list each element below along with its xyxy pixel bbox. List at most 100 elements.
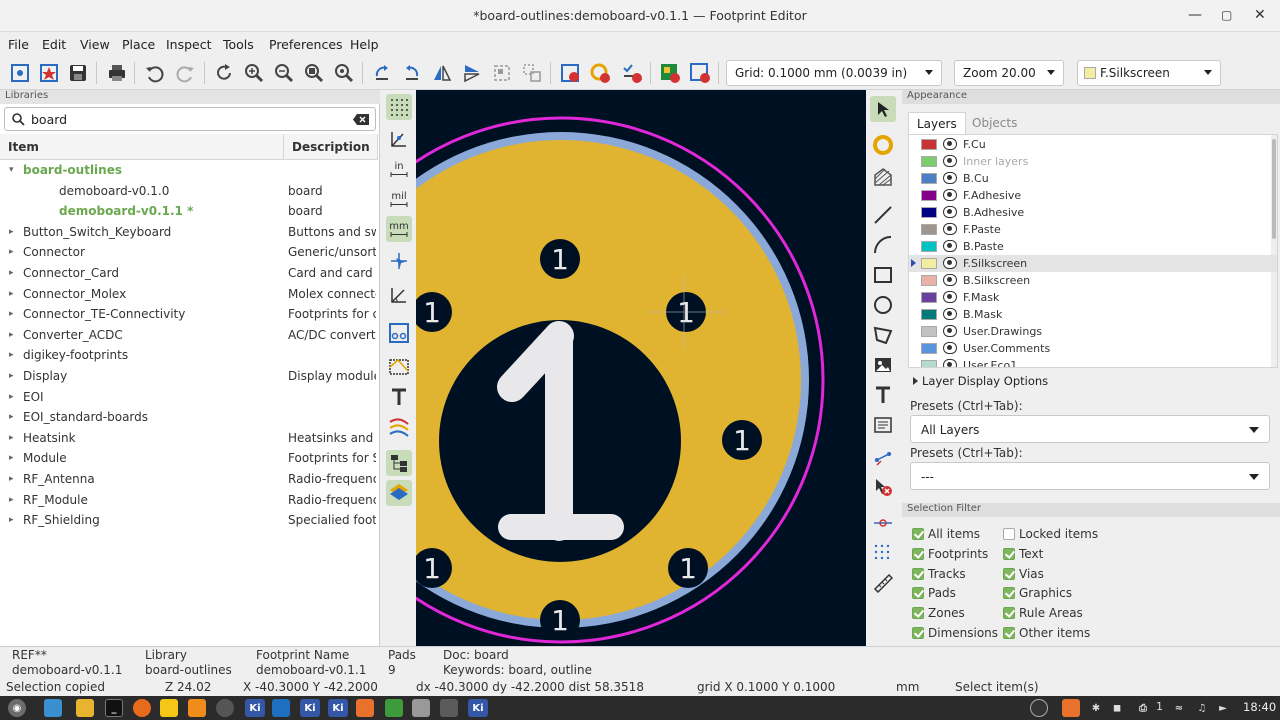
add-pad-icon[interactable]	[870, 132, 896, 158]
menu-help[interactable]: Help	[350, 37, 379, 52]
checkbox-checked-icon[interactable]	[1003, 547, 1015, 560]
eye-icon[interactable]	[943, 359, 957, 367]
library-row[interactable]: ▸ EOI	[0, 387, 378, 408]
save-icon[interactable]	[66, 61, 90, 85]
footprint-properties-icon[interactable]	[558, 61, 582, 85]
chevron-right-icon[interactable]: ▸	[9, 309, 14, 319]
column-header-item[interactable]: Item	[0, 134, 284, 160]
chevron-right-icon[interactable]: ▸	[9, 247, 14, 257]
high-contrast-icon[interactable]	[386, 414, 412, 440]
shield-icon[interactable]: ◼	[1108, 699, 1126, 717]
chevron-right-icon[interactable]: ▸	[9, 289, 14, 299]
zoom-objects-icon[interactable]	[332, 61, 356, 85]
library-row[interactable]: ▸ RF_Module Radio-frequenc	[0, 490, 378, 511]
appearance-panel-icon[interactable]	[386, 480, 412, 506]
checkbox-checked-icon[interactable]	[912, 547, 924, 560]
pad[interactable]: 1	[540, 600, 580, 640]
eye-icon[interactable]	[943, 223, 957, 235]
set-anchor-icon[interactable]	[870, 510, 896, 536]
eye-icon[interactable]	[943, 274, 957, 286]
grid-origin-icon[interactable]	[870, 540, 896, 566]
menu-view[interactable]: View	[80, 37, 110, 52]
layer-row[interactable]: F.Cu	[909, 136, 1277, 153]
layer-row[interactable]: User.Drawings	[909, 323, 1277, 340]
layer-color-swatch[interactable]	[921, 275, 937, 286]
grid-select[interactable]: Grid: 0.1000 mm (0.0039 in)	[726, 60, 942, 86]
layer-color-swatch[interactable]	[921, 139, 937, 150]
checkbox-checked-icon[interactable]	[912, 607, 924, 620]
layer-color-swatch[interactable]	[921, 326, 937, 337]
add-dimension-icon[interactable]	[870, 444, 896, 470]
app-icon[interactable]	[385, 699, 403, 717]
layer-color-swatch[interactable]	[921, 173, 937, 184]
chevron-right-icon[interactable]: ▸	[9, 268, 14, 278]
column-header-description[interactable]: Description	[284, 134, 378, 160]
measure-tool-icon[interactable]	[870, 570, 896, 596]
checkbox-checked-icon[interactable]	[1003, 587, 1015, 600]
layer-color-swatch[interactable]	[921, 292, 937, 303]
kicad-icon[interactable]: Ki	[300, 699, 320, 717]
volume-icon[interactable]: ►	[1214, 699, 1232, 717]
units-mils-button[interactable]: mil	[386, 186, 412, 212]
chevron-right-icon[interactable]: ▸	[9, 433, 14, 443]
hierarchy-navigator-icon[interactable]	[386, 450, 412, 476]
eye-icon[interactable]	[943, 240, 957, 252]
chevron-right-icon[interactable]: ▸	[9, 412, 14, 422]
chevron-right-icon[interactable]: ▸	[9, 474, 14, 484]
printer-icon[interactable]: ⎙	[1134, 699, 1152, 717]
eye-icon[interactable]	[943, 189, 957, 201]
zoom-in-icon[interactable]	[242, 61, 266, 85]
checkbox-checked-icon[interactable]	[1003, 567, 1015, 580]
eye-icon[interactable]	[943, 172, 957, 184]
library-row[interactable]: ▸ EOI_standard-boards	[0, 407, 378, 428]
pad-display-icon[interactable]	[386, 320, 412, 346]
zoom-select[interactable]: Zoom 20.00	[954, 60, 1064, 86]
checkbox-checked-icon[interactable]	[1003, 627, 1015, 639]
library-row[interactable]: ▸ Connector Generic/unsorte	[0, 242, 378, 263]
polar-coords-icon[interactable]	[386, 126, 412, 152]
units-inches-button[interactable]: in	[386, 156, 412, 182]
layer-row[interactable]: User.Comments	[909, 340, 1277, 357]
draw-line-icon[interactable]	[870, 202, 896, 228]
chevron-right-icon[interactable]: ▸	[9, 392, 14, 402]
layer-row[interactable]: B.Silkscreen	[909, 272, 1277, 289]
library-row[interactable]: ▸ RF_Shielding Specialied footp	[0, 510, 378, 531]
layer-row[interactable]: F.Silkscreen	[909, 255, 1277, 272]
cursor-crosshair-icon[interactable]	[386, 248, 412, 274]
library-row[interactable]: ▸ digikey-footprints	[0, 345, 378, 366]
layer-color-swatch[interactable]	[921, 241, 937, 252]
pad[interactable]: 1	[668, 548, 708, 588]
eye-icon[interactable]	[943, 342, 957, 354]
chevron-right-icon[interactable]: ▸	[9, 227, 14, 237]
library-row[interactable]: ▸ Connector_Card Card and card h	[0, 263, 378, 284]
obs-tray-icon[interactable]	[1030, 699, 1048, 717]
layer-color-swatch[interactable]	[921, 224, 937, 235]
menu-preferences[interactable]: Preferences	[269, 37, 343, 52]
add-textbox-icon[interactable]	[870, 412, 896, 438]
checkbox-checked-icon[interactable]	[912, 627, 924, 639]
library-row[interactable]: ▸ RF_Antenna Radio-frequenc	[0, 469, 378, 490]
checkbox-unchecked-icon[interactable]	[1003, 528, 1015, 540]
chevron-right-icon[interactable]: ▸	[9, 515, 14, 525]
angle-snap-icon[interactable]	[386, 282, 412, 308]
add-image-icon[interactable]	[870, 352, 896, 378]
layer-row[interactable]: B.Mask	[909, 306, 1277, 323]
chevron-right-icon[interactable]: ▸	[9, 453, 14, 463]
app-icon[interactable]	[356, 699, 374, 717]
eye-icon[interactable]	[943, 138, 957, 150]
library-search-input[interactable]: board	[4, 107, 376, 131]
layer-color-swatch[interactable]	[921, 309, 937, 320]
draw-rectangle-icon[interactable]	[870, 262, 896, 288]
chevron-right-icon[interactable]: ▸	[9, 330, 14, 340]
library-row[interactable]: ▸ Module Footprints for S	[0, 448, 378, 469]
kicad-icon[interactable]: Ki	[468, 699, 488, 717]
zoom-out-icon[interactable]	[272, 61, 296, 85]
wifi-icon[interactable]: ≈	[1170, 699, 1188, 717]
close-icon[interactable]: ✕	[1254, 7, 1266, 23]
library-row[interactable]: ▸ Converter_ACDC AC/DC converte	[0, 325, 378, 346]
firefox-icon[interactable]	[133, 699, 151, 717]
layer-row[interactable]: B.Adhesive	[909, 204, 1277, 221]
zoom-fit-icon[interactable]	[302, 61, 326, 85]
checkbox-checked-icon[interactable]	[912, 567, 924, 580]
print-icon[interactable]	[105, 61, 129, 85]
